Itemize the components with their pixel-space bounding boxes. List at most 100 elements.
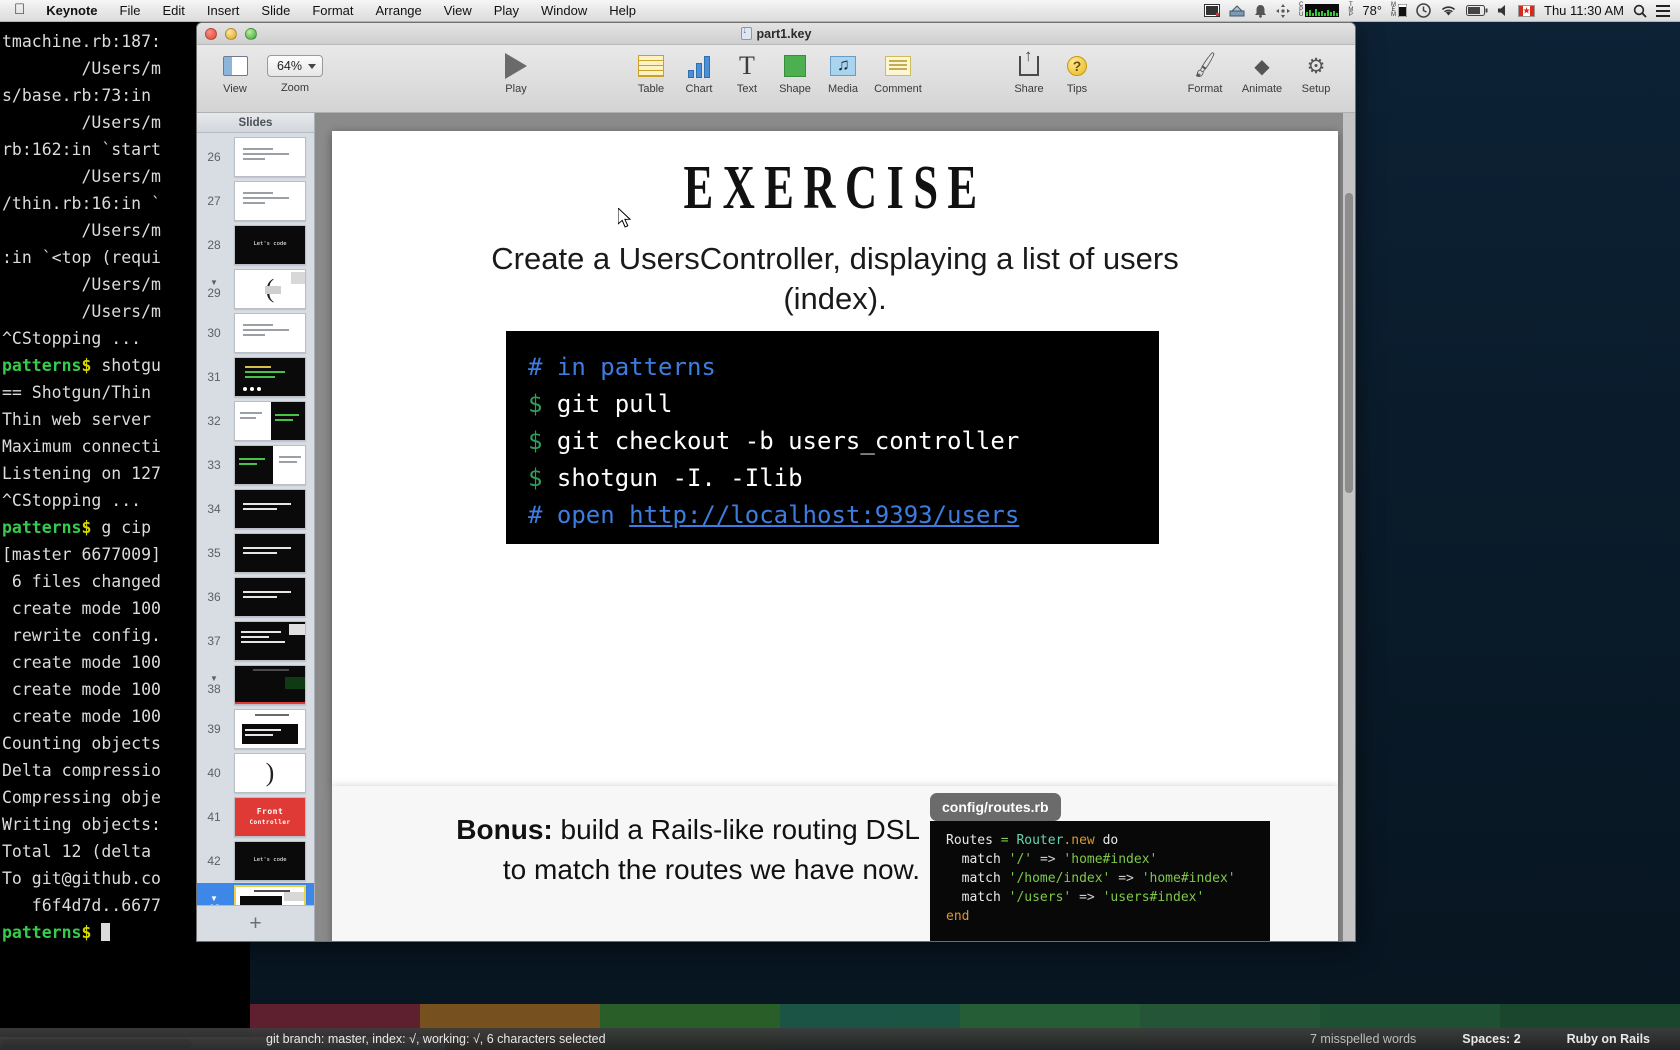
spaces-setting[interactable]: Spaces: 2 [1462, 1032, 1520, 1046]
slide-thumbnail[interactable] [234, 137, 306, 177]
insert-media-button[interactable]: Media [819, 51, 867, 95]
slide-thumbnail[interactable] [234, 181, 306, 221]
slide-list[interactable]: 262728Let's code▼29(3031323334353637▼383… [197, 133, 314, 905]
current-slide[interactable]: EXERCISE Create a UsersController, displ… [332, 131, 1338, 786]
setup-button[interactable]: ⚙ Setup [1291, 51, 1341, 96]
slide-thumbnail-row[interactable]: 28 Let's code [197, 223, 314, 267]
slide-thumbnail[interactable]: Let's code [234, 841, 306, 881]
slide-thumbnail-row[interactable]: 31 [197, 355, 314, 399]
menu-insert[interactable]: Insert [196, 0, 251, 22]
menu-play[interactable]: Play [483, 0, 530, 22]
battery-icon[interactable] [1466, 0, 1488, 22]
close-button[interactable] [205, 28, 217, 40]
menu-view[interactable]: View [433, 0, 483, 22]
move-icon[interactable] [1276, 0, 1290, 22]
menu-edit[interactable]: Edit [152, 0, 196, 22]
slide-thumbnail[interactable] [234, 577, 306, 617]
zoom-button[interactable] [245, 28, 257, 40]
slide-thumbnail[interactable] [234, 401, 306, 441]
volume-icon[interactable] [1497, 0, 1509, 22]
slide-thumbnail-row[interactable]: 40) [197, 751, 314, 795]
slide-thumbnail[interactable] [234, 665, 306, 705]
slide-thumbnail[interactable] [234, 489, 306, 529]
canvas-scrollbar[interactable] [1343, 113, 1355, 941]
thumb-shape [285, 677, 305, 689]
slide-thumbnail[interactable] [234, 357, 306, 397]
insert-shape-button[interactable]: Shape [771, 51, 819, 95]
slide-thumbnail[interactable] [234, 885, 306, 905]
minimize-button[interactable] [225, 28, 237, 40]
slide-thumbnail[interactable] [234, 313, 306, 353]
slide-thumbnail-row[interactable]: 26 [197, 135, 314, 179]
insert-text-button[interactable]: T Text [723, 51, 771, 96]
slide-number: 36 [207, 590, 221, 604]
wifi-icon[interactable] [1440, 0, 1457, 22]
zoom-control[interactable]: 64% Zoom [259, 51, 331, 94]
input-language-flag-icon[interactable]: ★ [1518, 0, 1536, 22]
menu-format[interactable]: Format [301, 0, 364, 22]
screen-recorder-icon[interactable] [1204, 0, 1220, 22]
bonus-section[interactable]: Bonus: build a Rails-like routing DSL to… [332, 786, 1338, 941]
menu-arrange[interactable]: Arrange [365, 0, 433, 22]
slide-thumbnail-row[interactable]: 41 Front Controller [197, 795, 314, 839]
slide-thumbnail[interactable]: ) [234, 753, 306, 793]
slide-thumbnail-row[interactable]: 33 [197, 443, 314, 487]
play-button[interactable]: Play [481, 51, 551, 95]
add-slide-button[interactable]: + [197, 905, 314, 941]
slide-thumbnail-row[interactable]: 27 [197, 179, 314, 223]
search-icon[interactable] [1633, 0, 1647, 22]
slide-number: 29 [207, 285, 221, 300]
temperature-icon[interactable]: TMP [1348, 0, 1353, 22]
animate-button[interactable]: ◆ Animate [1233, 51, 1291, 96]
tips-button[interactable]: ? Tips [1053, 51, 1101, 95]
slide-thumbnail[interactable]: ( [234, 269, 306, 309]
group-collapse-icon[interactable]: ▼ [210, 278, 218, 286]
slide-number: 30 [207, 326, 221, 340]
cpu-meter-icon[interactable]: CPU [1299, 0, 1340, 22]
apple-logo-icon[interactable]:  [10, 0, 35, 23]
menu-keynote[interactable]: Keynote [35, 0, 108, 22]
slide-thumbnail-row[interactable]: 30 [197, 311, 314, 355]
share-button[interactable]: Share [1005, 46, 1053, 95]
slide-thumbnail-row[interactable]: ▼ 38 [197, 663, 314, 707]
insert-table-button[interactable]: Table [627, 51, 675, 95]
slide-thumbnail[interactable]: Let's code [234, 225, 306, 265]
slide-canvas[interactable]: EXERCISE Create a UsersController, displ… [315, 113, 1355, 941]
notification-center-icon[interactable] [1656, 0, 1670, 22]
slide-thumbnail[interactable] [234, 709, 306, 749]
menu-slide[interactable]: Slide [250, 0, 301, 22]
view-button[interactable]: View [211, 51, 259, 95]
insert-chart-button[interactable]: Chart [675, 51, 723, 95]
slide-thumbnail-row[interactable]: 36 [197, 575, 314, 619]
slide-thumbnail-row[interactable]: ▼29 ( [197, 267, 314, 311]
menu-help[interactable]: Help [598, 0, 647, 22]
format-button[interactable]: 🖌 Format [1177, 51, 1233, 95]
zoom-dropdown[interactable]: 64% [266, 55, 324, 77]
slide-navigator[interactable]: Slides 262728Let's code▼29(3031323334353… [197, 113, 315, 941]
slide-thumbnail-row[interactable]: 34 [197, 487, 314, 531]
slide-thumbnail[interactable] [234, 621, 306, 661]
slide-thumbnail-row[interactable]: 37 [197, 619, 314, 663]
scanner-icon[interactable] [1229, 0, 1245, 22]
window-titlebar[interactable]: part1.key [197, 23, 1355, 45]
slide-thumbnail-row[interactable]: ▼43 [197, 883, 314, 905]
slide-thumbnail[interactable]: Front Controller [234, 797, 306, 837]
menu-window[interactable]: Window [530, 0, 598, 22]
insert-comment-button[interactable]: Comment [867, 51, 929, 95]
memory-meter-icon[interactable]: MEM [1391, 0, 1408, 22]
menubar-clock[interactable]: Thu 11:30 AM [1544, 3, 1624, 18]
bell-icon[interactable] [1254, 0, 1267, 22]
slide-thumbnail[interactable] [234, 533, 306, 573]
slide-thumbnail-row[interactable]: 32 [197, 399, 314, 443]
code-link[interactable]: http://localhost:9393/users [629, 501, 1019, 529]
syntax-mode[interactable]: Ruby on Rails [1567, 1032, 1650, 1046]
slide-thumbnail[interactable] [234, 445, 306, 485]
slide-thumbnail-row[interactable]: 39 [197, 707, 314, 751]
slide-thumbnail-row[interactable]: 42 Let's code [197, 839, 314, 883]
menu-file[interactable]: File [109, 0, 152, 22]
group-collapse-icon[interactable]: ▼ [210, 894, 218, 902]
toolbar-left-group: View 64% Zoom [211, 51, 331, 95]
group-collapse-icon[interactable]: ▼ [210, 674, 218, 682]
time-machine-icon[interactable] [1416, 0, 1431, 22]
slide-thumbnail-row[interactable]: 35 [197, 531, 314, 575]
